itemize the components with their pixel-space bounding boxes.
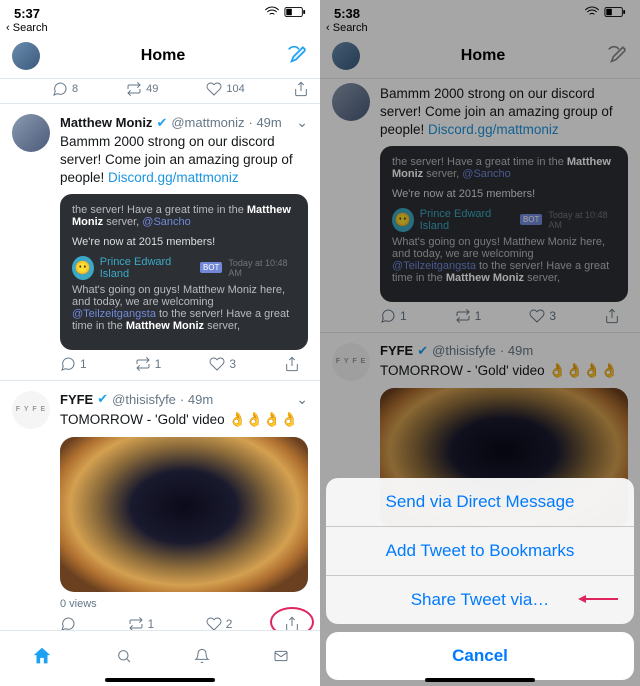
battery-icon <box>284 6 306 21</box>
sheet-cancel[interactable]: Cancel <box>326 632 634 680</box>
wifi-icon <box>264 4 280 23</box>
tab-home-icon[interactable] <box>31 645 53 672</box>
sheet-add-bookmarks[interactable]: Add Tweet to Bookmarks <box>326 527 634 576</box>
status-bar: 5:37 <box>0 0 320 22</box>
sheet-send-dm[interactable]: Send via Direct Message <box>326 478 634 527</box>
feed[interactable]: 8 49 104 Matthew Moniz ✔ @mattmoniz · 49… <box>0 79 320 686</box>
home-indicator[interactable] <box>105 678 215 682</box>
tweet-time: · 49m <box>180 392 213 407</box>
annotation-arrow <box>578 590 618 610</box>
tweet-avatar[interactable] <box>12 114 50 152</box>
retweet-action[interactable]: 1 <box>135 356 162 372</box>
header-title: Home <box>141 47 185 65</box>
reply-action[interactable]: 8 <box>52 81 78 97</box>
discord-embed: the server! Have a great time in the Mat… <box>60 194 308 350</box>
tweet-avatar[interactable]: F Y F E <box>12 391 50 429</box>
reply-action[interactable]: 1 <box>60 356 87 372</box>
tweet-media[interactable] <box>60 437 308 592</box>
more-icon[interactable]: ⌄ <box>296 114 308 131</box>
tweet-handle: @thisisfyfe <box>112 392 176 407</box>
tweet-handle: @mattmoniz <box>171 115 244 130</box>
tweet-link[interactable]: Discord.gg/mattmoniz <box>108 170 239 185</box>
phone-left: 5:37 ‹ Search Home 8 49 104 <box>0 0 320 686</box>
bot-tag: BOT <box>200 262 222 273</box>
tweet-time: · 49m <box>249 115 282 130</box>
header: Home <box>0 36 320 79</box>
like-action[interactable]: 104 <box>206 81 244 97</box>
views-label: 0 views <box>60 598 308 610</box>
status-time: 5:37 <box>14 6 40 21</box>
retweet-action[interactable]: 49 <box>126 81 158 97</box>
action-sheet: Send via Direct Message Add Tweet to Boo… <box>326 478 634 680</box>
tweet[interactable]: Matthew Moniz ✔ @mattmoniz · 49m ⌄ Bammm… <box>0 104 320 381</box>
share-action[interactable] <box>284 356 300 372</box>
tab-messages-icon[interactable] <box>273 648 289 669</box>
sheet-options: Send via Direct Message Add Tweet to Boo… <box>326 478 634 624</box>
home-indicator[interactable] <box>425 678 535 682</box>
share-action[interactable] <box>293 81 309 97</box>
tab-notifications-icon[interactable] <box>194 648 210 669</box>
profile-avatar[interactable] <box>12 42 40 70</box>
tweet-author[interactable]: FYFE <box>60 392 93 407</box>
verified-icon: ✔ <box>156 115 167 131</box>
tweet-actions: 1 2 <box>60 610 308 632</box>
prev-tweet-actions: 8 49 104 <box>0 79 320 104</box>
tweet-author[interactable]: Matthew Moniz <box>60 115 152 130</box>
compose-icon[interactable] <box>286 43 308 70</box>
tweet[interactable]: F Y F E FYFE ✔ @thisisfyfe · 49m ⌄ TOMOR… <box>0 381 320 641</box>
bot-avatar: 😶 <box>72 256 94 280</box>
like-action[interactable]: 3 <box>209 356 236 372</box>
back-search[interactable]: ‹ Search <box>0 22 320 36</box>
bot-time: Today at 10:48 AM <box>228 258 296 278</box>
sheet-share-via[interactable]: Share Tweet via… <box>326 576 634 624</box>
tweet-actions: 1 1 3 <box>60 350 308 372</box>
tweet-text: Bammm 2000 strong on our discord server!… <box>60 133 308 188</box>
verified-icon: ✔ <box>97 391 108 407</box>
tweet-text: TOMORROW - 'Gold' video 👌👌👌👌 <box>60 410 308 429</box>
phone-right: 5:38 ‹ Search Home Bammm 2000 strong <box>320 0 640 686</box>
more-icon[interactable]: ⌄ <box>296 391 308 408</box>
status-icons <box>264 4 306 23</box>
tab-search-icon[interactable] <box>116 648 132 669</box>
bot-name: Prince Edward Island <box>100 256 194 280</box>
